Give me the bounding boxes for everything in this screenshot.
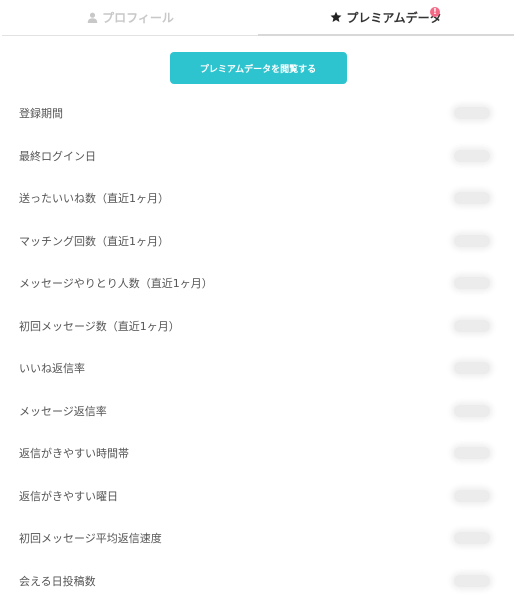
premium-data-list: 登録期間最終ログイン日送ったいいね数（直近1ヶ月） マッチング回数（直近1ヶ月） メ… <box>0 92 524 602</box>
blurred-value <box>454 447 490 460</box>
list-item: マッチング回数（直近1ヶ月） <box>0 220 524 263</box>
list-item-label: 初回メッセージ数（直近1ヶ月） <box>19 319 180 333</box>
blurred-value <box>454 192 490 205</box>
star-icon <box>330 11 342 23</box>
list-item-label: いいね返信率 <box>19 362 85 376</box>
blurred-value <box>454 532 490 545</box>
cta-container: プレミアムデータを閲覧する <box>0 52 524 84</box>
list-item-label: 初回メッセージ平均返信速度 <box>19 532 162 546</box>
list-item: 送ったいいね数（直近1ヶ月） <box>0 177 524 220</box>
list-item-label: 登録期間 <box>19 107 63 121</box>
list-item-label: 最終ログイン日 <box>19 149 96 163</box>
list-item: 会える日投稿数 <box>0 560 524 603</box>
blurred-value <box>454 234 490 247</box>
blurred-value <box>454 277 490 290</box>
list-item-label: 送ったいいね数（直近1ヶ月） <box>19 192 169 206</box>
list-item-label: メッセージやりとり人数（直近1ヶ月） <box>19 277 213 291</box>
list-item-label: 返信がきやすい時間帯 <box>19 447 129 461</box>
list-item: メッセージ返信率 <box>0 390 524 433</box>
list-item: 初回メッセージ数（直近1ヶ月） <box>0 305 524 348</box>
list-item: 返信がきやすい時間帯 <box>0 432 524 475</box>
list-item: いいね返信率 <box>0 347 524 390</box>
tab-premium-data[interactable]: プレミアムデータ ! <box>258 0 514 36</box>
blurred-value <box>454 107 490 120</box>
list-item: 返信がきやすい曜日 <box>0 475 524 518</box>
blurred-value <box>454 362 490 375</box>
blurred-value <box>454 574 490 587</box>
list-item: 初回メッセージ平均返信速度 <box>0 517 524 560</box>
person-icon <box>86 12 98 24</box>
view-premium-data-button[interactable]: プレミアムデータを閲覧する <box>169 52 347 84</box>
list-item-label: 返信がきやすい曜日 <box>19 489 118 503</box>
blurred-value <box>454 319 490 332</box>
blurred-value <box>454 404 490 417</box>
list-item: メッセージやりとり人数（直近1ヶ月） <box>0 262 524 305</box>
tab-profile-label: プロフィール <box>102 11 174 25</box>
tab-premium-data-label: プレミアムデータ <box>346 10 442 25</box>
list-item-label: メッセージ返信率 <box>19 404 107 418</box>
tab-profile[interactable]: プロフィール <box>2 0 258 35</box>
tab-bar: プロフィール プレミアムデータ ! <box>2 0 514 36</box>
list-item-label: 会える日投稿数 <box>19 574 96 588</box>
notification-badge: ! <box>430 7 440 17</box>
list-item: 最終ログイン日 <box>0 135 524 178</box>
list-item: 登録期間 <box>0 92 524 135</box>
list-item-label: マッチング回数（直近1ヶ月） <box>19 234 169 248</box>
blurred-value <box>454 489 490 502</box>
blurred-value <box>454 149 490 162</box>
